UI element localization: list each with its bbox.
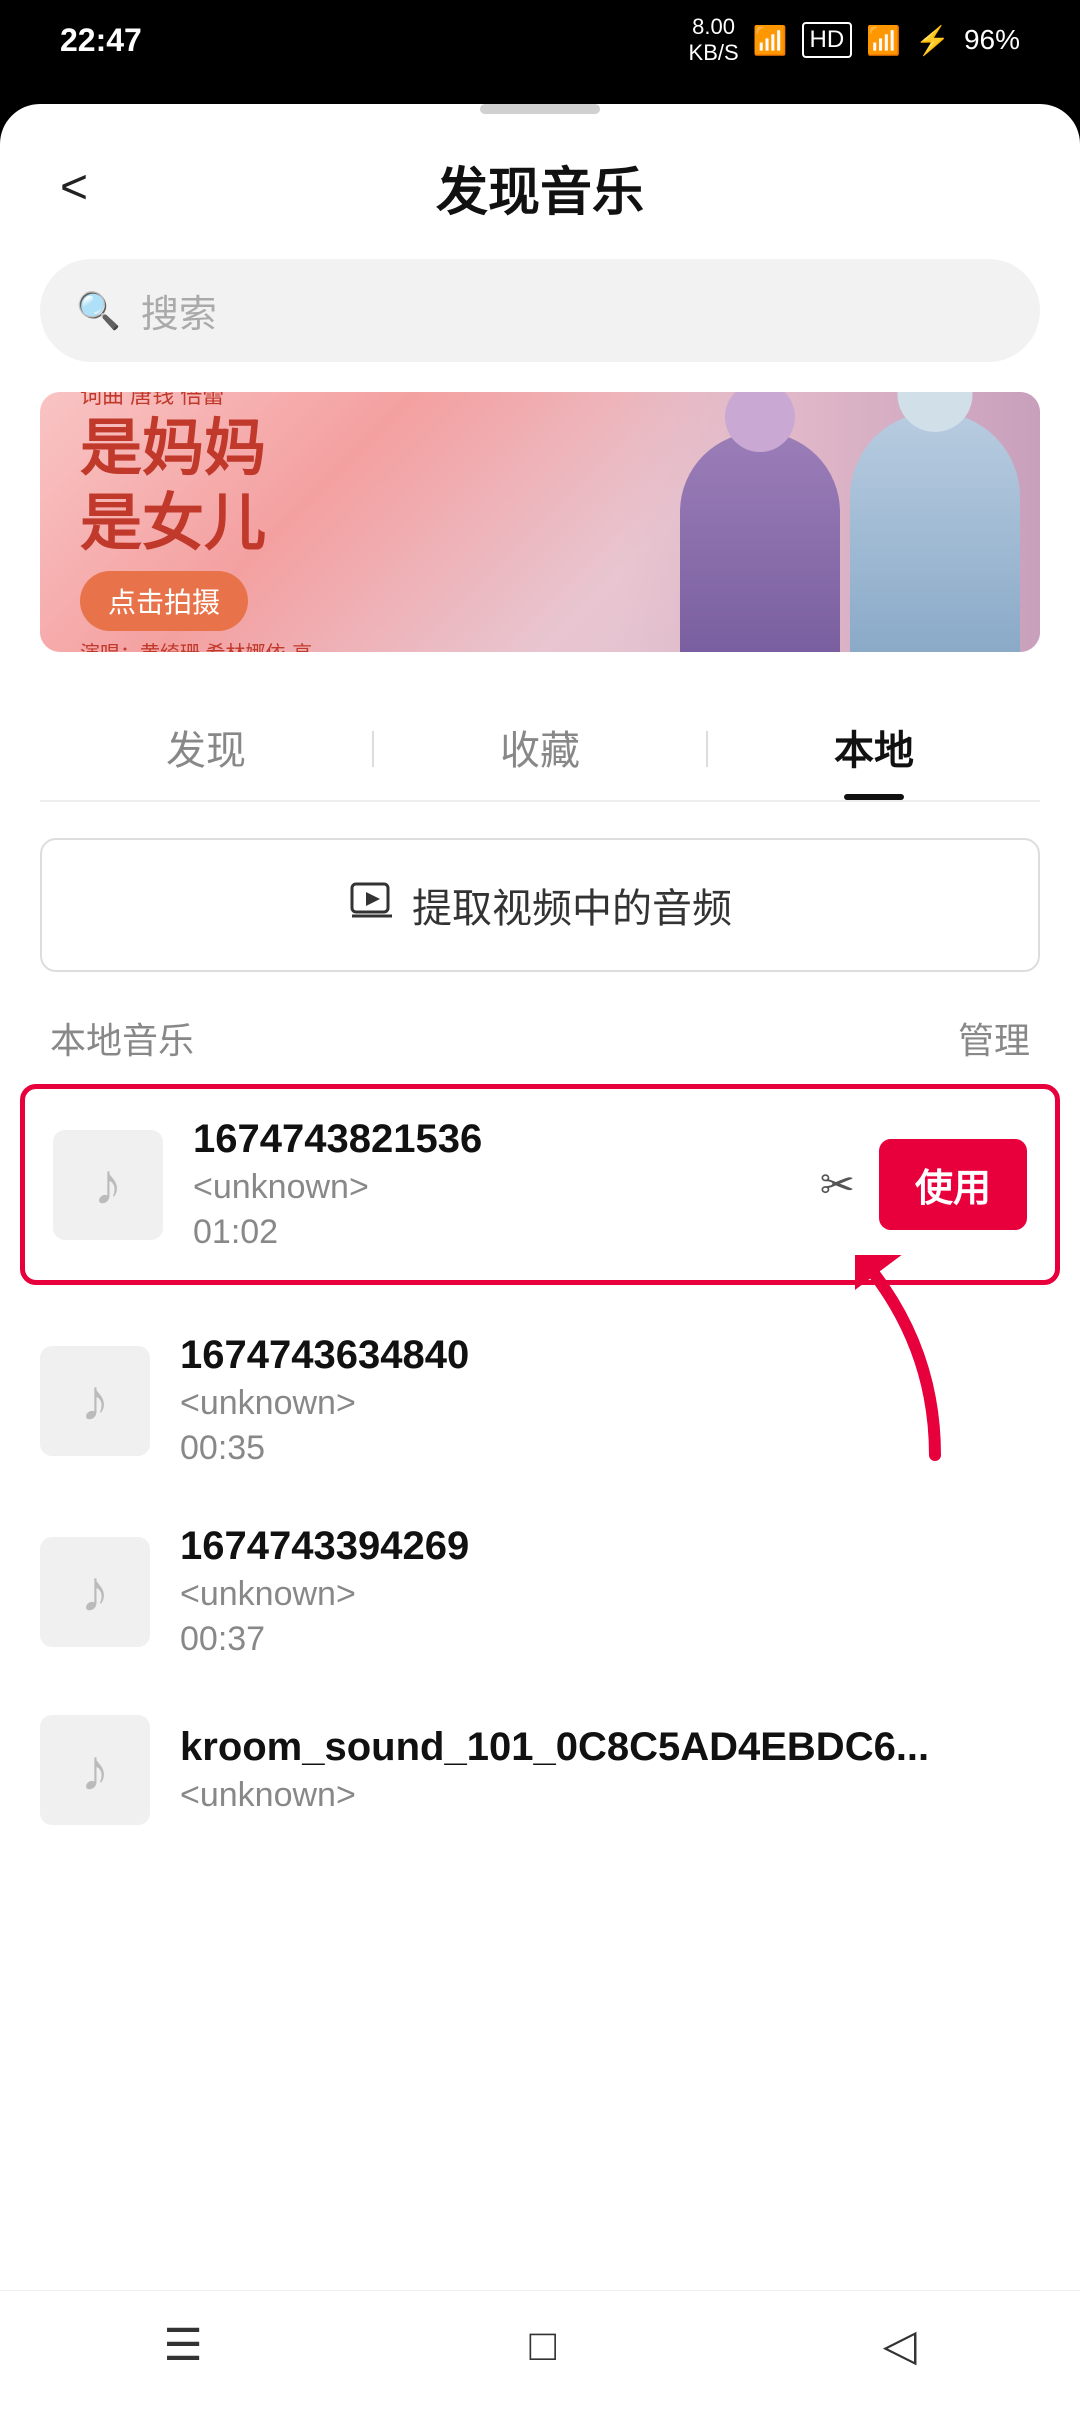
tiktok-logo-0: ♪ [94,1151,123,1218]
music-thumb-0: ♪ [53,1130,163,1240]
nav-back-icon[interactable]: ◁ [883,2320,917,2371]
bottom-nav: ☰ □ ◁ [0,2290,1080,2400]
use-button-0[interactable]: 使用 [879,1139,1027,1230]
battery-percent: 96% [964,24,1020,56]
back-button[interactable]: < [60,160,120,215]
page-title: 发现音乐 [120,150,960,225]
status-time: 22:47 [60,22,142,59]
arrow-indicator [855,1255,975,1480]
section-header: 本地音乐 管理 [0,1002,1080,1084]
music-info-0: 1674743821536 <unknown> 01:02 [193,1117,790,1252]
music-name-3: kroom_sound_101_0C8C5AD4EBDC6... [180,1725,1040,1770]
music-item-3: ♪ kroom_sound_101_0C8C5AD4EBDC6... <unkn… [0,1687,1080,1853]
banner-line1: 是妈妈 [80,412,312,486]
music-thumb-2: ♪ [40,1537,150,1647]
banner-song-info: 词曲 唐钱 倍蕾 [80,392,312,410]
nav-menu-icon[interactable]: ☰ [163,2320,202,2371]
banner-text: 词曲 唐钱 倍蕾 是妈妈 是女儿 点击拍摄 演唱：黄绮珊 希林娜依·高 [40,392,352,652]
music-artist-0: <unknown> [193,1168,790,1207]
drag-handle[interactable] [480,104,600,114]
speed-indicator: 8.00KB/S [689,14,739,67]
music-info-2: 1674743394269 <unknown> 00:37 [180,1524,1040,1659]
tiktok-logo-1: ♪ [81,1367,110,1434]
main-sheet: < 发现音乐 🔍 搜索 词曲 唐钱 倍蕾 是妈妈 是女儿 点击拍摄 演唱：黄绮珊… [0,104,1080,2424]
status-icons: 8.00KB/S 📶 HD 📶 ⚡ 96% [689,14,1020,67]
search-icon: 🔍 [76,290,121,332]
battery-icon: ⚡ [915,24,950,57]
tab-favorites[interactable]: 收藏 [374,698,706,800]
music-artist-2: <unknown> [180,1575,1040,1614]
extract-label: 提取视频中的音频 [412,876,732,934]
hd-badge: HD [802,22,853,58]
banner-figures [620,392,1040,652]
music-duration-0: 01:02 [193,1213,790,1252]
music-item-2: ♪ 1674743394269 <unknown> 00:37 [0,1496,1080,1687]
banner[interactable]: 词曲 唐钱 倍蕾 是妈妈 是女儿 点击拍摄 演唱：黄绮珊 希林娜依·高 [40,392,1040,652]
manage-button[interactable]: 管理 [958,1012,1030,1064]
tabs-container: 发现 收藏 本地 [40,688,1040,802]
banner-credit: 演唱：黄绮珊 希林娜依·高 [80,637,312,652]
banner-line2: 是女儿 [80,487,312,561]
tab-local[interactable]: 本地 [708,698,1040,800]
nav-home-icon[interactable]: □ [530,2321,557,2371]
section-title: 本地音乐 [50,1012,194,1064]
person1-figure [680,432,840,652]
person2-figure [850,412,1020,652]
search-bar[interactable]: 🔍 搜索 [40,259,1040,362]
music-name-0: 1674743821536 [193,1117,790,1162]
extract-audio-button[interactable]: 提取视频中的音频 [40,838,1040,972]
music-actions-0: ✂ 使用 [820,1139,1027,1230]
music-duration-2: 00:37 [180,1620,1040,1659]
header: < 发现音乐 [0,114,1080,249]
tiktok-logo-3: ♪ [81,1737,110,1804]
music-artist-3: <unknown> [180,1776,1040,1815]
signal-icon: 📶 [866,24,901,57]
banner-cta-button[interactable]: 点击拍摄 [80,571,248,631]
search-placeholder: 搜索 [141,283,217,338]
tiktok-logo-2: ♪ [81,1558,110,1625]
music-item-0: ♪ 1674743821536 <unknown> 01:02 ✂ 使用 [20,1084,1060,1285]
cut-icon-0[interactable]: ✂ [820,1160,855,1209]
music-info-3: kroom_sound_101_0C8C5AD4EBDC6... <unknow… [180,1725,1040,1815]
music-thumb-1: ♪ [40,1346,150,1456]
wifi-icon: 📶 [753,24,788,57]
tab-discover[interactable]: 发现 [40,698,372,800]
music-thumb-3: ♪ [40,1715,150,1825]
status-bar: 22:47 8.00KB/S 📶 HD 📶 ⚡ 96% [0,0,1080,80]
music-name-2: 1674743394269 [180,1524,1040,1569]
extract-icon [348,876,396,934]
